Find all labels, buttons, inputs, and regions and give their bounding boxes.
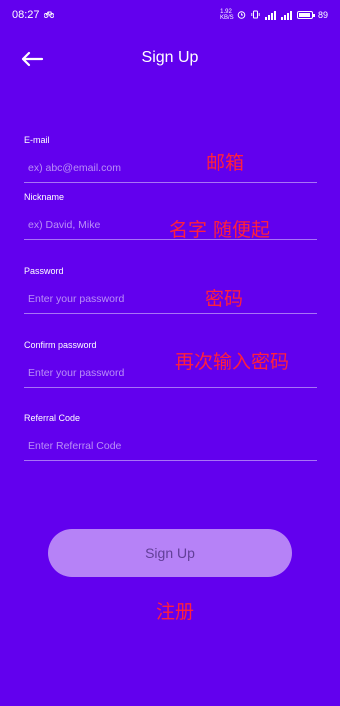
bike-icon (43, 9, 55, 21)
nickname-label: Nickname (24, 192, 65, 202)
battery-icon (296, 11, 315, 19)
sign-up-button[interactable]: Sign Up (48, 529, 292, 577)
email-annotation: 邮箱 (206, 152, 245, 174)
vibrate-icon (251, 10, 260, 21)
status-time: 08:27 (12, 9, 40, 21)
password-field-group: Password (24, 266, 317, 314)
network-speed: 1.92 KB/S (219, 9, 234, 21)
signal-icon (264, 10, 276, 20)
password-label: Password (24, 266, 64, 276)
confirm-password-annotation: 再次输入密码 (175, 351, 290, 373)
signal-4g-icon (280, 10, 292, 20)
page-title: Sign Up (141, 49, 199, 66)
email-field-group: E-mail (24, 135, 317, 183)
referral-input[interactable] (24, 431, 317, 461)
status-right: 1.92 KB/S 89 (220, 9, 328, 21)
referral-field-group: Referral Code (24, 413, 317, 461)
email-label: E-mail (24, 135, 50, 145)
status-left: 08:27 (12, 9, 55, 21)
app-bar: Sign Up (0, 40, 340, 78)
password-annotation: 密码 (205, 288, 244, 310)
submit-annotation: 注册 (156, 601, 195, 623)
status-bar: 08:27 1.92 KB/S 89 (0, 0, 340, 30)
password-input[interactable] (24, 284, 317, 314)
referral-label: Referral Code (24, 413, 81, 423)
nickname-annotation: 名字 随便起 (169, 219, 271, 241)
email-input[interactable] (24, 153, 317, 183)
alarm-icon (237, 10, 246, 21)
battery-level: 89 (317, 10, 328, 20)
